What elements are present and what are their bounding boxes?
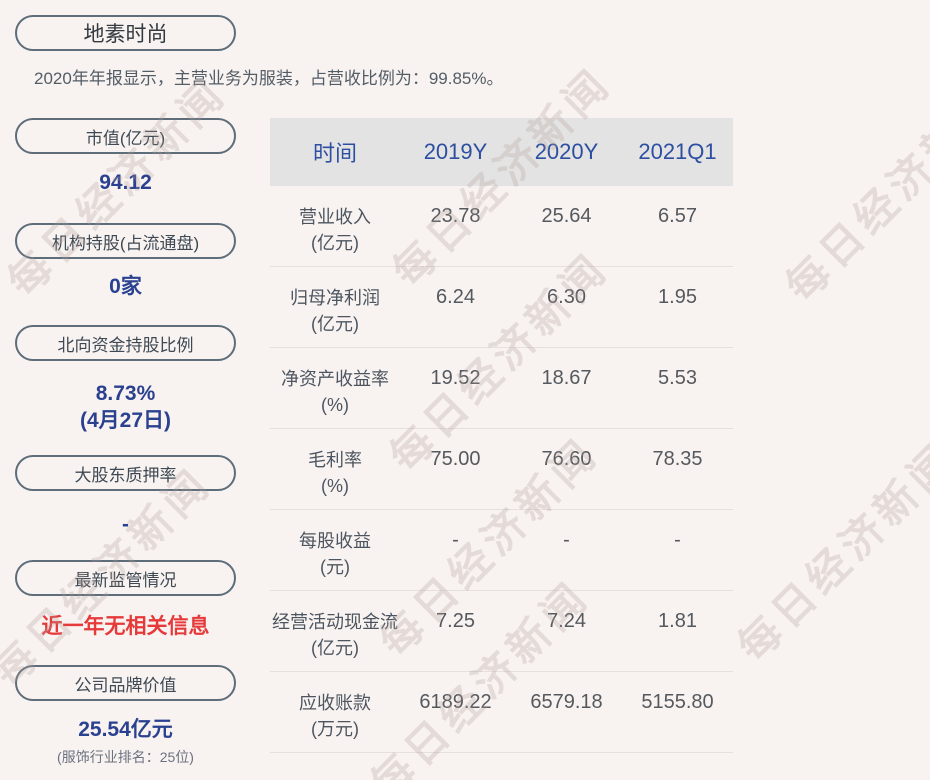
row-label: 净资产收益率 (%) <box>281 369 389 415</box>
row-label: 经营活动现金流 (亿元) <box>272 612 398 658</box>
page: 每日经济新闻 每日经济新闻 每日经济新闻 每日经济新闻 每日经济新闻 每日经济新… <box>0 0 930 780</box>
cell-value: 19.52 <box>430 367 481 389</box>
table-row-accounts-receivable: 应收账款 (万元) 6189.22 6579.18 5155.80 <box>270 672 733 753</box>
table-row-revenue: 营业收入 (亿元) 23.78 25.64 6.57 <box>270 186 733 267</box>
sidebar-pill-northbound-ratio[interactable]: 北向资金持股比例 <box>15 325 236 361</box>
institutional-holdings-value: 0家 <box>109 275 142 298</box>
cell-value: 1.95 <box>658 286 697 308</box>
sidebar-pill-pledge-rate[interactable]: 大股东质押率 <box>15 455 236 491</box>
cell-value: 18.67 <box>541 367 592 389</box>
company-name-pill[interactable]: 地素时尚 <box>15 15 236 51</box>
cell-value: 7.25 <box>436 610 475 632</box>
table-header-row: 时间 2019Y 2020Y 2021Q1 <box>270 118 733 186</box>
table-row-operating-cash-flow: 经营活动现金流 (亿元) 7.25 7.24 1.81 <box>270 591 733 672</box>
sidebar-pill-regulatory-status[interactable]: 最新监管情况 <box>15 560 236 596</box>
header-time: 时间 <box>312 141 357 166</box>
table-row-gross-margin: 毛利率 (%) 75.00 76.60 78.35 <box>270 429 733 510</box>
pledge-rate-value: - <box>122 513 129 536</box>
table-row-net-profit: 归母净利润 (亿元) 6.24 6.30 1.95 <box>270 267 733 348</box>
northbound-ratio-date: (4月27日) <box>79 409 172 432</box>
cell-value: 5.53 <box>658 367 697 389</box>
header-2019y: 2019Y <box>423 139 488 164</box>
cell-value: - <box>674 529 681 551</box>
cell-value: 1.81 <box>658 610 697 632</box>
row-label: 归母净利润 (亿元) <box>290 288 380 334</box>
watermark-text: 每日经济新闻 <box>776 73 930 311</box>
watermark-text: 每日经济新闻 <box>728 433 930 671</box>
cell-value: 6579.18 <box>530 691 603 713</box>
cell-value: 6189.22 <box>419 691 492 713</box>
row-label: 每股收益 (元) <box>299 531 371 577</box>
cell-value: 23.78 <box>430 205 481 227</box>
cell-value: 6.30 <box>547 286 586 308</box>
table-row-eps: 每股收益 (元) - - - <box>270 510 733 591</box>
table-row-roe: 净资产收益率 (%) 19.52 18.67 5.53 <box>270 348 733 429</box>
cell-value: - <box>563 529 570 551</box>
sidebar-pill-institutional-holdings[interactable]: 机构持股(占流通盘) <box>15 223 236 259</box>
header-2020y: 2020Y <box>534 139 599 164</box>
row-label: 应收账款 (万元) <box>299 693 371 739</box>
header-2021q1: 2021Q1 <box>638 139 717 164</box>
cell-value: 76.60 <box>541 448 592 470</box>
cell-value: 7.24 <box>547 610 586 632</box>
regulatory-status-value: 近一年无相关信息 <box>41 615 210 638</box>
cell-value: 78.35 <box>652 448 703 470</box>
sidebar-pill-brand-value[interactable]: 公司品牌价值 <box>15 665 236 701</box>
brand-value-rank-note: (服饰行业排名：25位) <box>57 749 194 765</box>
cell-value: 5155.80 <box>641 691 714 713</box>
northbound-ratio-value: 8.73% <box>95 382 156 405</box>
brand-value-amount: 25.54亿元 <box>78 718 173 741</box>
row-label: 营业收入 (亿元) <box>299 207 371 253</box>
cell-value: 6.57 <box>658 205 697 227</box>
cell-value: 25.64 <box>541 205 592 227</box>
financials-table: 时间 2019Y 2020Y 2021Q1 营业收入 (亿元) 23.78 25.… <box>270 118 733 753</box>
sidebar-pill-market-cap[interactable]: 市值(亿元) <box>15 118 236 154</box>
cell-value: 6.24 <box>436 286 475 308</box>
row-label: 毛利率 (%) <box>308 450 362 496</box>
cell-value: - <box>452 529 459 551</box>
market-cap-value: 94.12 <box>99 171 152 194</box>
cell-value: 75.00 <box>430 448 481 470</box>
company-description: 2020年年报显示，主营业务为服装，占营收比例为：99.85%。 <box>34 69 504 88</box>
